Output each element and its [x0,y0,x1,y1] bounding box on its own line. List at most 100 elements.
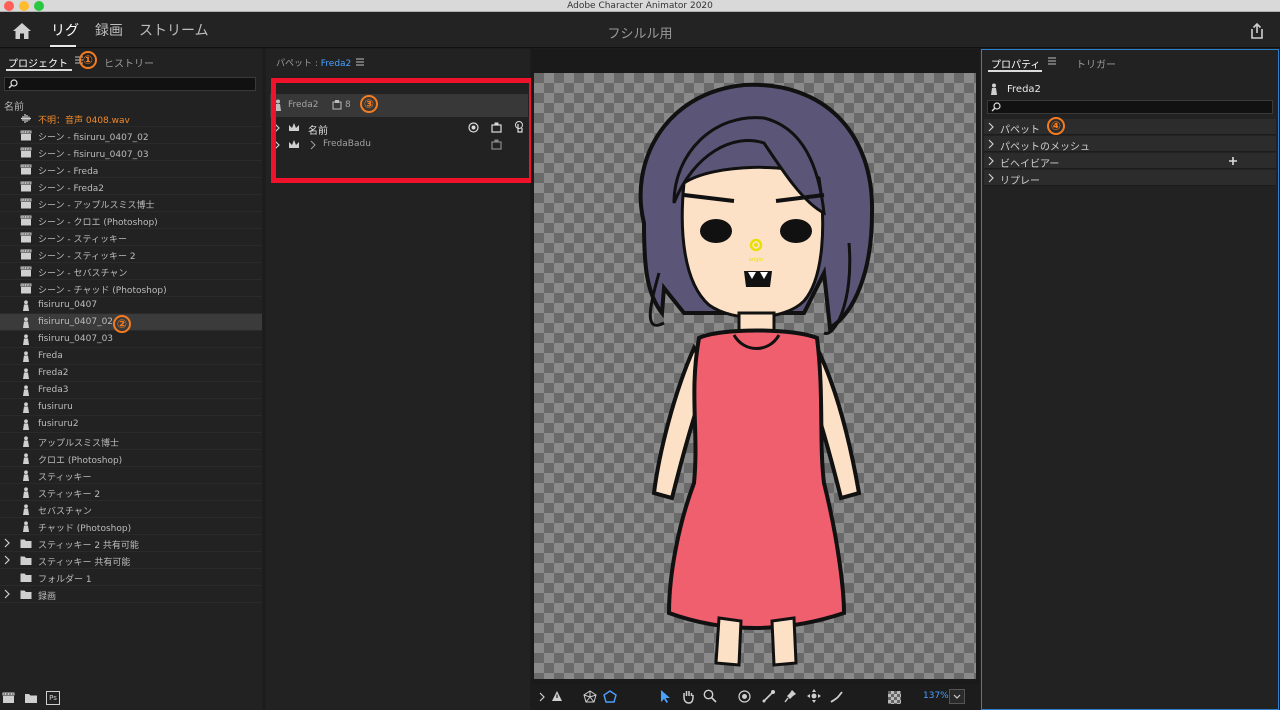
project-list-item[interactable]: セバスチャン [0,501,262,518]
origin-tool-icon[interactable] [738,690,751,703]
chevron-right-icon [988,156,994,166]
properties-menu-icon[interactable] [1048,57,1056,65]
project-item-label: シーン - クロエ (Photoshop) [38,218,158,228]
warning-icon[interactable] [551,690,563,702]
project-list-item[interactable]: シーン - アップルスミス博士 [0,195,262,212]
annotation-badge-1: ① [79,51,97,69]
tab-properties[interactable]: プロパティ [991,56,1040,71]
select-tool-icon[interactable] [660,689,671,704]
project-list-item[interactable]: Freda2 [0,365,262,382]
chevron-right-icon[interactable] [4,555,10,565]
project-list-item[interactable]: シーン - クロエ (Photoshop) [0,212,262,229]
draw-tool-icon[interactable] [830,689,844,703]
puppet-title-name: Freda2 [320,59,352,69]
project-list-item[interactable]: fisiruru_0407_02 [0,314,262,331]
project-item-label: 録画 [38,592,57,602]
project-list-item[interactable]: fusiruru [0,399,262,416]
search-icon [991,102,1001,112]
project-list-item[interactable]: fisiruru_0407_03 [0,331,262,348]
project-item-label: シーン - Freda [38,167,99,177]
project-list-item[interactable]: シーン - fisiruru_0407_02 [0,127,262,144]
project-list-item[interactable]: シーン - スティッキー [0,229,262,246]
section-puppet-mesh-label: パペットのメッシュ [1000,142,1090,153]
origin-label: origin [749,257,763,263]
zoom-level[interactable]: 137% [923,691,949,701]
project-list-item[interactable]: シーン - チャッド (Photoshop) [0,280,262,297]
chevron-right-icon[interactable] [539,692,545,702]
project-list-item[interactable]: シーン - セバスチャン [0,263,262,280]
pin-tool-icon[interactable] [784,689,797,703]
tab-project[interactable]: プロジェクト [8,55,68,70]
project-list-item[interactable]: チャッド (Photoshop) [0,518,262,535]
scene-icon [20,249,32,260]
tab-triggers[interactable]: トリガー [1076,56,1116,71]
scene-canvas-panel: origin 137% [531,49,979,710]
puppet-icon [23,436,29,447]
project-list-item[interactable]: Freda3 [0,382,262,399]
project-item-label: シーン - スティッキー 2 [38,252,136,262]
document-title: フシルル用 [607,27,673,42]
dragger-tool-icon[interactable] [807,689,821,703]
section-puppet[interactable]: パペット [984,119,1276,136]
properties-tab-underline [988,70,1042,72]
project-list-item[interactable]: 録画 [0,586,262,603]
scene-icon [20,215,32,226]
project-list-item[interactable]: スティッキー [0,467,262,484]
stick-tool-icon[interactable] [762,689,775,703]
project-list-item[interactable]: シーン - Freda2 [0,178,262,195]
puppet-icon [23,453,29,464]
project-item-label: クロエ (Photoshop) [38,456,123,466]
add-behavior-icon[interactable] [1228,156,1238,166]
project-list-item[interactable]: スティッキー 2 共有可能 [0,535,262,552]
project-list-item[interactable]: シーン - fisiruru_0407_03 [0,144,262,161]
folder-icon [20,556,32,565]
puppet-canvas[interactable]: origin [534,73,976,679]
transparency-grid-icon[interactable] [888,691,901,704]
chevron-right-icon[interactable] [4,538,10,548]
section-puppet-mesh[interactable]: パペットのメッシュ [984,136,1276,153]
project-list-item[interactable]: クロエ (Photoshop) [0,450,262,467]
properties-panel-tabs: プロパティ トリガー [982,50,1278,74]
new-scene-icon[interactable] [2,692,16,704]
puppet-panel-menu-icon[interactable] [356,58,364,66]
project-item-label: スティッキー 共有可能 [38,558,131,568]
project-list-item[interactable]: fusiruru2 [0,416,262,433]
project-list-item[interactable]: スティッキー 2 [0,484,262,501]
project-list-item[interactable]: アップルスミス博士 [0,433,262,450]
project-list-item[interactable]: フォルダー 1 [0,569,262,586]
window-title: Adobe Character Animator 2020 [567,1,713,11]
project-item-label: シーン - チャッド (Photoshop) [38,286,167,296]
tab-history[interactable]: ヒストリー [104,55,154,70]
new-folder-icon[interactable] [24,692,38,704]
section-replays[interactable]: リプレー [984,170,1276,187]
properties-search-input[interactable] [987,100,1273,114]
project-list-item[interactable]: スティッキー 共有可能 [0,552,262,569]
scene-icon [20,147,32,158]
puppet-icon [23,300,29,311]
puppet-icon [23,521,29,532]
share-icon[interactable] [1248,22,1266,40]
project-list-item[interactable]: 不明：音声 0408.wav [0,110,262,127]
project-list: 不明：音声 0408.wav シーン - fisiruru_0407_02 シーン … [0,110,262,603]
puppet-panel-title: パペット : Freda2 [276,56,351,69]
project-search-input[interactable] [4,77,256,91]
project-list-item[interactable]: シーン - スティッキー 2 [0,246,262,263]
section-behaviors[interactable]: ビヘイビアー [984,153,1276,170]
mesh-icon[interactable] [583,690,597,703]
zoom-dropdown[interactable] [949,689,965,704]
highlight-box [271,78,534,183]
project-list-item[interactable]: fisiruru_0407 [0,297,262,314]
project-item-label: fusiruru [38,402,73,412]
photoshop-icon[interactable]: Ps [46,691,60,705]
project-list-item[interactable]: シーン - Freda [0,161,262,178]
project-list-item[interactable]: Freda [0,348,262,365]
selected-puppet-name: Freda2 [1007,84,1041,95]
puppet-icon [23,487,29,498]
scene-icon [20,198,32,209]
chevron-right-icon[interactable] [4,589,10,599]
hand-tool-icon[interactable] [681,689,695,704]
zoom-tool-icon[interactable] [703,689,717,703]
section-behaviors-label: ビヘイビアー [1000,159,1060,170]
project-tab-underline [6,69,72,71]
wireframe-icon[interactable] [603,690,617,703]
